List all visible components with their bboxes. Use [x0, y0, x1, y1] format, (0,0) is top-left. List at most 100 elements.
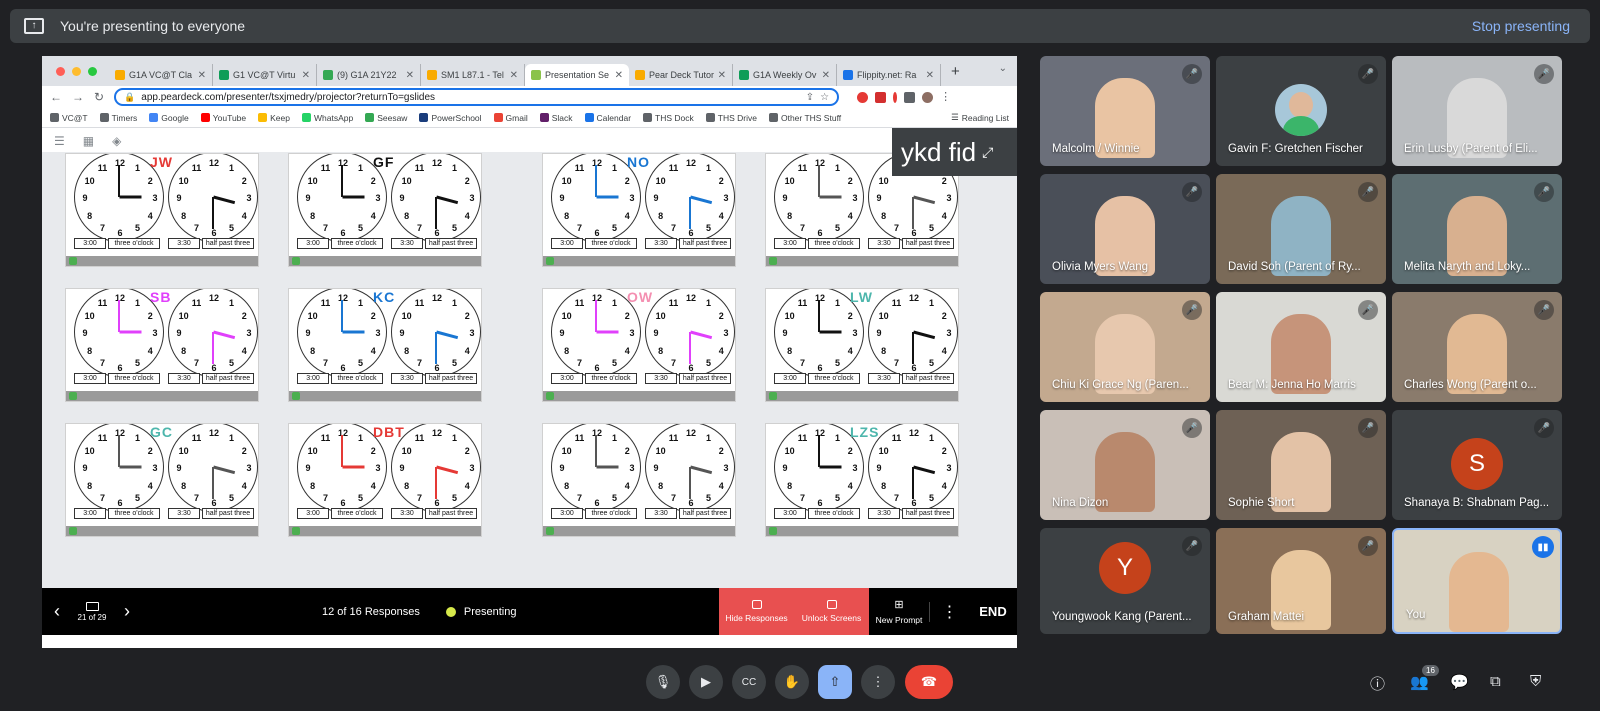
clock-number: 5 — [228, 358, 235, 369]
reading-list-button[interactable]: ☰ Reading List — [951, 112, 1009, 123]
browser-tab[interactable]: (9) G1A 21Y22 ✕ — [317, 64, 421, 86]
bookmark-item[interactable]: Keep — [258, 113, 290, 123]
microphone-button[interactable]: 🎙 — [646, 665, 680, 699]
participant-tile[interactable]: Graham Mattei 🎤 — [1216, 528, 1386, 634]
zoom-window-button[interactable] — [88, 66, 97, 76]
list-view-icon[interactable]: ☰ — [54, 134, 65, 148]
student-response-card[interactable]: 123456789101112 123456789101112 3:00 thr… — [65, 423, 259, 537]
new-tab-button[interactable]: + — [951, 63, 960, 80]
leave-call-button[interactable]: ☎ — [905, 665, 953, 699]
participant-tile[interactable]: Gavin F: Gretchen Fischer 🎤 — [1216, 56, 1386, 166]
slide-counter[interactable]: 21 of 29 — [72, 601, 112, 622]
bookmark-item[interactable]: THS Drive — [705, 113, 757, 123]
bookmark-item[interactable]: Gmail — [493, 113, 528, 123]
bookmark-item[interactable]: Other THS Stuff — [768, 113, 841, 123]
bookmark-item[interactable]: THS Dock — [643, 113, 694, 123]
stop-presenting-button[interactable]: Stop presenting — [1472, 18, 1570, 34]
bookmark-item[interactable]: WhatsApp — [301, 113, 353, 123]
browser-tab[interactable]: Presentation Se ✕ — [525, 64, 629, 86]
browser-tab[interactable]: SM1 L87.1 - Tel ✕ — [421, 64, 525, 86]
forward-icon[interactable]: → — [72, 90, 84, 104]
student-response-card[interactable]: 123456789101112 123456789101112 3:00 thr… — [542, 153, 736, 267]
participant-tile[interactable]: Chiu Ki Grace Ng (Paren... 🎤 — [1040, 292, 1210, 402]
back-icon[interactable]: ← — [50, 90, 62, 104]
participant-tile[interactable]: Charles Wong (Parent o... 🎤 — [1392, 292, 1562, 402]
participant-tile[interactable]: You ▮▮ — [1392, 528, 1562, 634]
student-response-card[interactable]: 123456789101112 123456789101112 3:00 thr… — [542, 288, 736, 402]
bookmark-item[interactable]: PowerSchool — [419, 113, 482, 123]
student-response-card[interactable]: 123456789101112 123456789101112 3:00 thr… — [65, 153, 259, 267]
student-response-card[interactable]: 123456789101112 123456789101112 3:00 thr… — [288, 153, 482, 267]
captions-button[interactable]: CC — [732, 665, 766, 699]
student-response-card[interactable]: 123456789101112 123456789101112 3:00 thr… — [288, 423, 482, 537]
close-tab-icon[interactable]: ✕ — [302, 70, 310, 81]
grid-view-icon[interactable]: ▦ — [83, 134, 94, 148]
participant-tile[interactable]: Y Youngwook Kang (Parent... 🎤 — [1040, 528, 1210, 634]
close-tab-icon[interactable]: ✕ — [198, 70, 206, 81]
participant-tile[interactable]: S Shanaya B: Shabnam Pag... 🎤 — [1392, 410, 1562, 520]
profile-avatar[interactable] — [922, 91, 934, 103]
browser-tab[interactable]: G1A VC@T Cla ✕ — [109, 64, 213, 86]
raise-hand-button[interactable]: ✋ — [775, 665, 809, 699]
activities-icon[interactable]: ⧉ — [1490, 673, 1501, 690]
close-tab-icon[interactable]: ✕ — [406, 70, 414, 81]
close-tab-icon[interactable]: ✕ — [822, 70, 830, 81]
bookmark-item[interactable]: Google — [149, 113, 189, 123]
extension-icon[interactable] — [875, 91, 887, 103]
bookmark-item[interactable]: Timers — [99, 113, 137, 123]
new-prompt-button[interactable]: ⊞ New Prompt — [869, 598, 929, 625]
bookmark-star-icon[interactable]: ☆ — [820, 92, 829, 103]
bookmark-item[interactable]: Slack — [539, 113, 573, 123]
bookmark-item[interactable]: YouTube — [200, 113, 246, 123]
present-screen-button[interactable]: ⇧ — [818, 665, 852, 699]
more-options-icon[interactable]: ⋮ — [929, 601, 969, 622]
browser-tab[interactable]: Pear Deck Tutor ✕ — [629, 64, 733, 86]
bookmark-item[interactable]: VC@T — [50, 113, 88, 123]
participant-tile[interactable]: Olivia Myers Wang 🎤 — [1040, 174, 1210, 284]
browser-tab[interactable]: G1 VC@T Virtu ✕ — [213, 64, 317, 86]
bookmark-item[interactable]: Calendar — [584, 113, 631, 123]
participant-tile[interactable]: Sophie Short 🎤 — [1216, 410, 1386, 520]
student-response-card[interactable]: 123456789101112 123456789101112 3:00 thr… — [542, 423, 736, 537]
pen-extension-icon[interactable] — [893, 91, 898, 103]
more-options-button[interactable]: ⋮ — [861, 665, 895, 699]
host-controls-icon[interactable]: ⛨ — [1530, 673, 1541, 690]
close-tab-icon[interactable]: ✕ — [615, 70, 623, 81]
adblock-extension-icon[interactable] — [857, 91, 869, 103]
people-icon[interactable]: 👥 16 — [1410, 665, 1439, 691]
prev-slide-button[interactable]: ‹ — [42, 601, 72, 622]
hide-responses-button[interactable]: Hide Responses — [719, 588, 794, 635]
expand-icon[interactable]: ⤢ — [982, 144, 993, 161]
minimize-window-button[interactable] — [72, 66, 81, 76]
bookmark-item[interactable]: Seesaw — [365, 113, 407, 123]
participant-tile[interactable]: Melita Naryth and Loky... 🎤 — [1392, 174, 1562, 284]
participant-tile[interactable]: Erin Lusby (Parent of Eli... 🎤 — [1392, 56, 1562, 166]
puzzle-icon[interactable] — [904, 91, 916, 103]
close-tab-icon[interactable]: ✕ — [510, 70, 518, 81]
close-window-button[interactable] — [56, 66, 65, 76]
participant-tile[interactable]: Bear M: Jenna Ho Marris 🎤 — [1216, 292, 1386, 402]
url-field[interactable]: 🔒 app.peardeck.com/presenter/tsxjmedry/p… — [114, 88, 840, 106]
tab-search-icon[interactable]: ⌄ — [999, 63, 1007, 74]
browser-tab[interactable]: Flippity.net: Ra ✕ — [837, 64, 941, 86]
student-response-card[interactable]: 123456789101112 123456789101112 3:00 thr… — [765, 288, 959, 402]
participant-tile[interactable]: Malcolm / Winnie 🎤 — [1040, 56, 1210, 166]
participant-tile[interactable]: Nina Dizon 🎤 — [1040, 410, 1210, 520]
participant-tile[interactable]: David Soh (Parent of Ry... 🎤 — [1216, 174, 1386, 284]
student-response-card[interactable]: 123456789101112 123456789101112 3:00 thr… — [765, 423, 959, 537]
info-icon[interactable]: ⓘ — [1370, 673, 1385, 694]
reload-icon[interactable]: ↻ — [94, 90, 104, 104]
share-icon[interactable]: ⇪ — [806, 92, 814, 103]
next-slide-button[interactable]: › — [112, 601, 142, 622]
student-response-card[interactable]: 123456789101112 123456789101112 3:00 thr… — [65, 288, 259, 402]
close-tab-icon[interactable]: ✕ — [718, 70, 726, 81]
unlock-screens-button[interactable]: Unlock Screens — [794, 588, 869, 635]
student-response-card[interactable]: 123456789101112 123456789101112 3:00 thr… — [288, 288, 482, 402]
chat-icon[interactable]: 💬 — [1450, 673, 1469, 691]
end-session-button[interactable]: END — [969, 604, 1017, 619]
layers-icon[interactable]: ◈ — [112, 134, 121, 148]
camera-button[interactable]: ▶ — [689, 665, 723, 699]
menu-icon[interactable]: ⋮ — [940, 91, 951, 103]
browser-tab[interactable]: G1A Weekly Ov ✕ — [733, 64, 837, 86]
close-tab-icon[interactable]: ✕ — [926, 70, 934, 81]
